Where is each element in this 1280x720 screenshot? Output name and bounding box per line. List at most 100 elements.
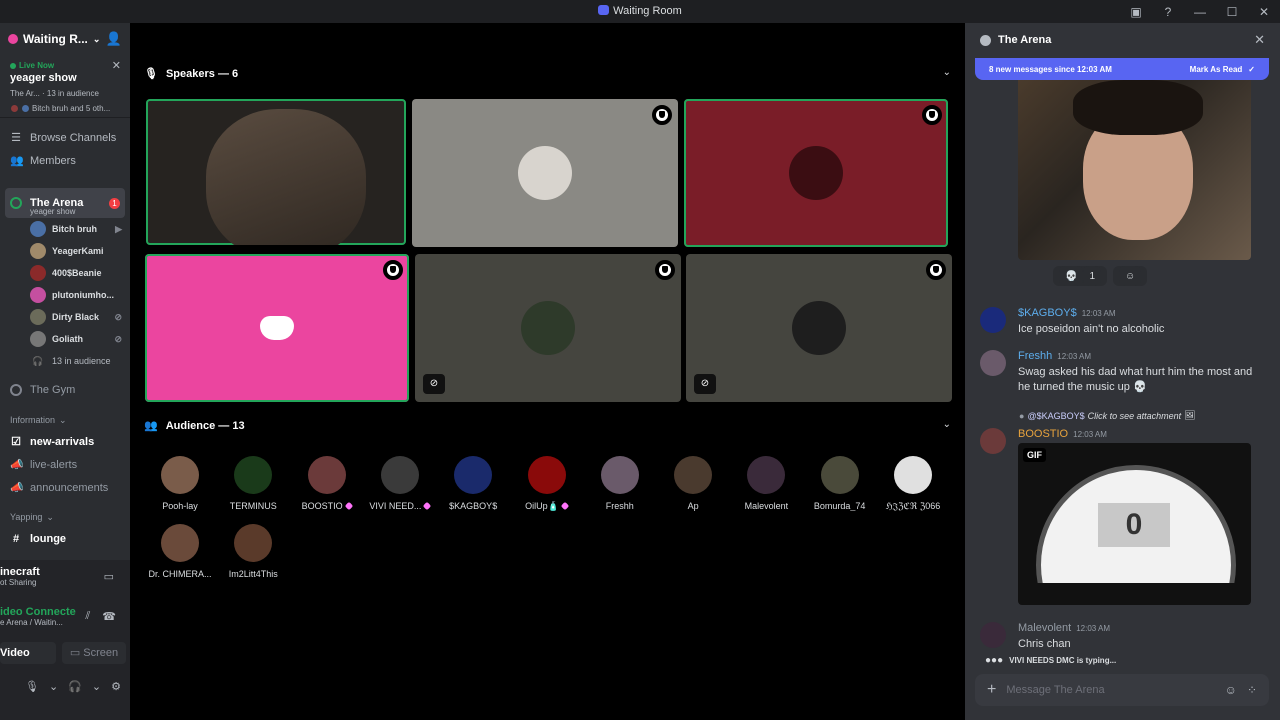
- audience-member[interactable]: Ap: [655, 456, 731, 511]
- channel-the-gym[interactable]: The Gym: [0, 378, 130, 402]
- member-name: Bitch bruh: [52, 224, 97, 234]
- close-window-button[interactable]: ✕: [1248, 5, 1280, 19]
- image-attachment[interactable]: [1018, 80, 1251, 260]
- audience-member[interactable]: TERMINUS: [215, 456, 291, 511]
- category-header[interactable]: Yapping ⌄: [0, 507, 130, 527]
- disconnect-icon[interactable]: ☎: [102, 610, 116, 623]
- audience-member[interactable]: Freshh: [582, 456, 658, 511]
- audience-count-label: 13 in audience: [52, 356, 111, 366]
- audience-member[interactable]: VIVI NEED...: [362, 456, 438, 511]
- add-user-icon[interactable]: 👤: [106, 31, 122, 47]
- avatar-tile[interactable]: [684, 99, 948, 247]
- audience-member[interactable]: Bomurda_74: [802, 456, 878, 511]
- audience-member[interactable]: Malevolent: [728, 456, 804, 511]
- avatar: [674, 456, 713, 494]
- avatar-tile[interactable]: ⊘: [686, 254, 952, 402]
- avatar[interactable]: [980, 428, 1006, 454]
- text-channel[interactable]: ☑ new-arrivals: [0, 430, 130, 453]
- message-author[interactable]: $KAGBOY$: [1018, 307, 1077, 319]
- avatar[interactable]: [980, 307, 1006, 333]
- discord-default-tile[interactable]: [145, 254, 409, 402]
- nav-members[interactable]: 👥 Members: [0, 149, 130, 172]
- gif-attachment[interactable]: GIF 0: [1018, 443, 1251, 605]
- avatar[interactable]: [980, 350, 1006, 376]
- chevron-down-icon[interactable]: ⌄: [943, 67, 951, 78]
- voice-member[interactable]: Goliath ⊘: [0, 328, 130, 350]
- moderator-shield-icon: [926, 260, 946, 280]
- text-channel[interactable]: 📣 announcements: [0, 476, 130, 499]
- avatar: [161, 456, 199, 494]
- voice-member[interactable]: YeagerKami: [0, 240, 130, 262]
- nav-browse-channels[interactable]: ☰ Browse Channels: [0, 126, 130, 149]
- video-button[interactable]: Video: [0, 642, 56, 664]
- add-reaction-button[interactable]: ☺: [1113, 266, 1148, 286]
- face-video: [206, 109, 366, 245]
- chat-header: The Arena ✕: [965, 23, 1280, 57]
- nitro-boost-icon: [560, 501, 570, 511]
- microphone-icon[interactable]: 🎙: [25, 680, 39, 693]
- headphones-icon[interactable]: 🎧: [68, 680, 82, 693]
- chevron-down-icon[interactable]: ⌄: [49, 680, 58, 693]
- audience-member[interactable]: ℌ𝔍ℨℭℜ ℨ066: [875, 456, 951, 512]
- reaction-skull[interactable]: 💀 1: [1053, 266, 1108, 286]
- voice-member[interactable]: 400$Beanie: [0, 262, 130, 284]
- message-author[interactable]: Freshh: [1018, 350, 1052, 362]
- channel-the-arena[interactable]: The Arena yeager show 1: [5, 188, 125, 218]
- mark-as-read-button[interactable]: Mark As Read: [1190, 65, 1243, 74]
- live-now-panel[interactable]: ✕ Live Now yeager show The Ar... · 13 in…: [0, 55, 130, 118]
- category-label: Yapping: [10, 512, 43, 522]
- new-messages-bar[interactable]: 8 new messages since 12:03 AM Mark As Re…: [975, 58, 1269, 80]
- avatar[interactable]: [980, 622, 1006, 648]
- message-time: 12:03 AM: [1081, 309, 1116, 318]
- text-channel[interactable]: 📣 live-alerts: [0, 453, 130, 476]
- gear-icon[interactable]: ⚙: [111, 680, 121, 693]
- reply-mention: @$KAGBOY$: [1027, 410, 1085, 421]
- screen-share-icon[interactable]: ▭: [104, 570, 114, 583]
- avatar-tile[interactable]: ⊘: [415, 254, 681, 402]
- emoji-icon[interactable]: ☺: [1225, 683, 1237, 697]
- audience-member[interactable]: Pooh-lay: [142, 456, 218, 511]
- message-input[interactable]: [1006, 684, 1215, 696]
- reply-preview[interactable]: ● @$KAGBOY$ Click to see attachment 🖼: [1019, 410, 1196, 421]
- help-icon[interactable]: ?: [1152, 5, 1184, 19]
- voice-member[interactable]: Dirty Black ⊘: [0, 306, 130, 328]
- live-dot-icon: [10, 62, 16, 69]
- text-channel[interactable]: # lounge: [0, 527, 130, 550]
- window-title: Waiting Room: [0, 5, 1280, 17]
- audience-header: 👥 Audience — 13: [144, 419, 245, 433]
- message-time: 12:03 AM: [1073, 430, 1107, 439]
- avatar-tile[interactable]: [412, 99, 678, 247]
- apps-icon[interactable]: ⁘: [1247, 683, 1257, 697]
- minimize-button[interactable]: —: [1184, 5, 1216, 19]
- audience-member[interactable]: Im2Litt4This: [215, 524, 291, 579]
- voice-member[interactable]: plutoniumho...: [0, 284, 130, 306]
- gif-badge: GIF: [1023, 448, 1046, 462]
- activity-row[interactable]: inecraft ot Sharing ▭: [0, 566, 126, 587]
- screen-button[interactable]: ▭ Screen: [62, 642, 126, 664]
- category-header[interactable]: Information ⌄: [0, 410, 130, 430]
- message-author[interactable]: Malevolent: [1018, 622, 1071, 634]
- audience-count[interactable]: 🎧 13 in audience: [0, 350, 130, 372]
- video-feed[interactable]: [146, 99, 406, 245]
- chevron-down-icon[interactable]: ⌄: [92, 680, 101, 693]
- maximize-button[interactable]: ☐: [1216, 5, 1248, 19]
- channel-sections: Information ⌄ ☑ new-arrivals 📣 live-alerts 📣 an…: [0, 410, 130, 550]
- server-header[interactable]: Waiting R... ⌄ 👤: [0, 23, 130, 55]
- audience-member[interactable]: Dr. CHIMERA...: [142, 524, 218, 579]
- audience-member[interactable]: $KAGBOY$: [435, 456, 511, 511]
- image-icon: 🖼: [1184, 410, 1196, 420]
- close-icon[interactable]: ✕: [1254, 32, 1265, 48]
- voice-member[interactable]: Bitch bruh ▶: [0, 218, 130, 240]
- avatar: [307, 456, 346, 494]
- audience-member[interactable]: BOOSTIO: [289, 456, 365, 511]
- chevron-down-icon[interactable]: ⌄: [943, 419, 951, 430]
- audience-member[interactable]: OilUp🧴: [509, 456, 585, 512]
- voice-connection-row[interactable]: ideo Connecte e Arena / Waitin... ⫽ ☎: [0, 606, 126, 627]
- close-icon[interactable]: ✕: [112, 59, 121, 72]
- noise-suppression-icon[interactable]: ⫽: [85, 610, 90, 623]
- inbox-icon[interactable]: ▣: [1120, 5, 1152, 19]
- member-name: YeagerKami: [52, 246, 104, 256]
- message-author[interactable]: BOOSTIO: [1018, 428, 1068, 440]
- avatar: [161, 524, 199, 562]
- plus-icon[interactable]: +: [987, 681, 996, 699]
